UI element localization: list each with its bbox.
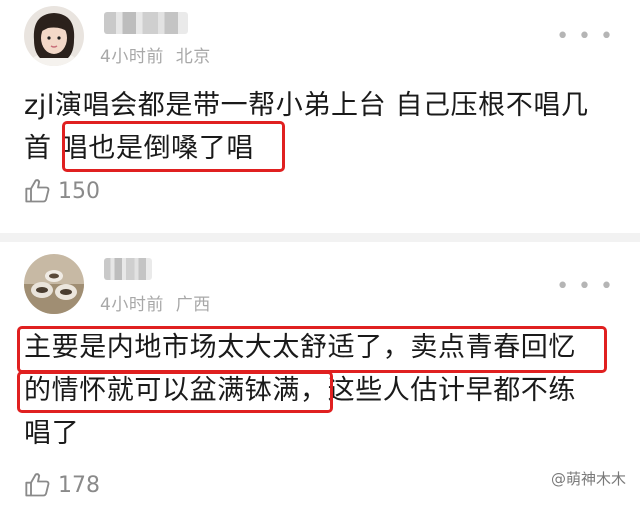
comment-item: 4小时前 广西 • • • 主要是内地市场太大太舒适了，卖点青春回忆 的情怀就可…	[0, 242, 640, 505]
highlight-box	[17, 326, 607, 373]
thumbs-up-icon	[25, 179, 50, 203]
thumbs-up-icon	[25, 473, 50, 497]
like-count: 150	[58, 178, 100, 204]
username-blurred[interactable]	[104, 12, 188, 34]
highlight-box	[17, 371, 333, 413]
comment-meta: 4小时前 广西	[100, 290, 217, 315]
comment-time: 4小时前	[100, 295, 164, 315]
divider	[0, 233, 640, 242]
comment-meta: 4小时前 北京	[100, 42, 217, 67]
watermark-text: @萌神木木	[550, 470, 626, 488]
like-count: 178	[58, 472, 100, 498]
comment-text-line: 唱了	[24, 418, 80, 449]
comment-location: 广西	[175, 295, 211, 315]
ellipsis-icon[interactable]: • • •	[556, 26, 614, 48]
highlight-box	[62, 121, 285, 172]
avatar[interactable]	[24, 254, 84, 314]
like-button[interactable]: 150	[24, 177, 100, 205]
comment-item: 4小时前 北京 • • • zjl演唱会都是带一帮小弟上台 自己压根不唱几 首 …	[0, 0, 640, 232]
watermark: @萌神木木	[551, 468, 626, 489]
ellipsis-icon[interactable]: • • •	[556, 276, 614, 298]
comment-time: 4小时前	[100, 47, 164, 67]
comment-location: 北京	[175, 47, 211, 67]
like-button[interactable]: 178	[24, 471, 100, 499]
username-blurred[interactable]	[104, 258, 152, 280]
avatar[interactable]	[24, 6, 84, 66]
